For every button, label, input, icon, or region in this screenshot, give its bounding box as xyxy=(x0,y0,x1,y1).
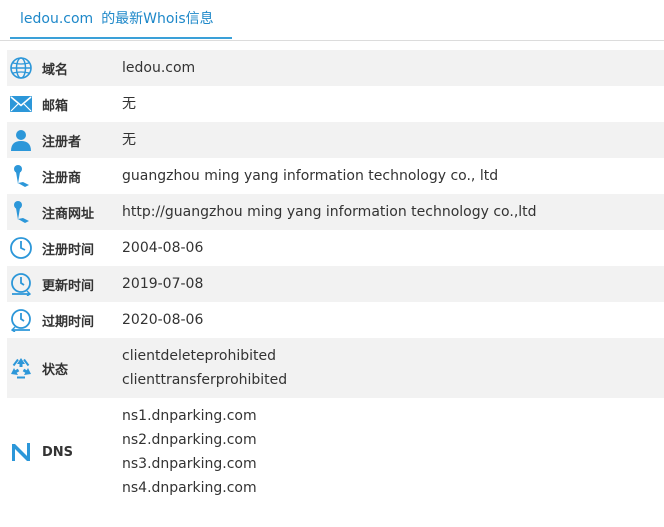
user-icon xyxy=(9,128,33,152)
row-expires: 过期时间 2020-08-06 xyxy=(7,302,664,338)
row-value: guangzhou ming yang information technolo… xyxy=(122,158,498,194)
row-updated: 更新时间 2019-07-08 xyxy=(7,266,664,302)
value-line: guangzhou ming yang information technolo… xyxy=(122,168,499,184)
row-value: http://guangzhou ming yang information t… xyxy=(122,194,537,230)
value-line: http://guangzhou ming yang information t… xyxy=(122,204,537,220)
row-label: 邮箱 xyxy=(42,98,69,114)
clock-expire-icon xyxy=(9,308,33,332)
row-value: ns1.dnparking.com ns2.dnparking.com ns3.… xyxy=(122,398,257,506)
dns-icon xyxy=(9,440,33,464)
tab-latest-whois[interactable]: ledou.com 的最新Whois信息 xyxy=(10,0,232,39)
globe-icon xyxy=(9,56,33,80)
row-label: 注册商 xyxy=(42,170,82,186)
value-line: 2004-08-06 xyxy=(122,240,204,256)
row-value: 2019-07-08 xyxy=(122,266,203,302)
row-value: 2004-08-06 xyxy=(122,230,203,266)
clock-refresh-icon xyxy=(9,272,33,296)
value-line: 2020-08-06 xyxy=(122,312,204,328)
value-line: ns3.dnparking.com xyxy=(122,456,257,472)
pin-icon xyxy=(9,164,33,188)
clock-icon xyxy=(9,236,33,260)
row-label: 注册者 xyxy=(42,134,82,150)
row-status: 状态 clientdeleteprohibited clienttransfer… xyxy=(7,338,664,398)
row-dns: DNS ns1.dnparking.com ns2.dnparking.com … xyxy=(7,398,664,506)
row-label: 过期时间 xyxy=(42,314,95,330)
row-label: 更新时间 xyxy=(42,278,95,294)
value-line: clienttransferprohibited xyxy=(122,372,288,388)
value-line: ns2.dnparking.com xyxy=(122,432,257,448)
row-label: 状态 xyxy=(42,362,69,378)
row-label: 注商网址 xyxy=(42,206,95,222)
whois-table: 域名 ledou.com 邮箱 无 注册者 无 注册商 guangzhou mi… xyxy=(7,50,664,506)
tab-domain: ledou.com xyxy=(20,11,94,27)
row-email: 邮箱 无 xyxy=(7,86,664,122)
row-value: 无 xyxy=(122,86,136,122)
value-line: clientdeleteprohibited xyxy=(122,348,276,364)
value-line: ns4.dnparking.com xyxy=(122,480,257,496)
row-value: clientdeleteprohibited clienttransferpro… xyxy=(122,338,287,398)
row-value: ledou.com xyxy=(122,50,195,86)
envelope-icon xyxy=(9,92,33,116)
tab-title-suffix: 的最新Whois信息 xyxy=(101,11,214,27)
recycle-icon xyxy=(9,356,33,380)
row-registrar: 注册商 guangzhou ming yang information tech… xyxy=(7,158,664,194)
value-line: ledou.com xyxy=(122,60,196,76)
value-line: 无 xyxy=(122,96,136,112)
row-registrar-url: 注商网址 http://guangzhou ming yang informat… xyxy=(7,194,664,230)
row-label: 域名 xyxy=(42,62,69,78)
next-section-heading-partial xyxy=(20,513,420,527)
row-value: 2020-08-06 xyxy=(122,302,203,338)
row-label: 注册时间 xyxy=(42,242,95,258)
row-value: 无 xyxy=(122,122,136,158)
tab-bar: ledou.com 的最新Whois信息 xyxy=(0,0,664,41)
value-line: 无 xyxy=(122,132,136,148)
row-label: DNS xyxy=(42,444,74,460)
value-line: 2019-07-08 xyxy=(122,276,204,292)
row-created: 注册时间 2004-08-06 xyxy=(7,230,664,266)
value-line: ns1.dnparking.com xyxy=(122,408,257,424)
row-registrant: 注册者 无 xyxy=(7,122,664,158)
pin-icon xyxy=(9,200,33,224)
row-domain: 域名 ledou.com xyxy=(7,50,664,86)
